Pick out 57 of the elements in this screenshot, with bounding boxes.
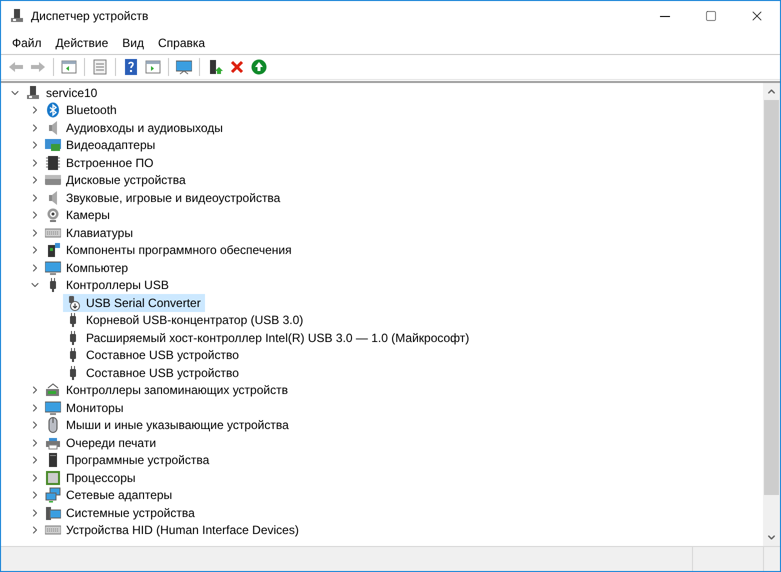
system-devices-icon [45,504,61,521]
tree-item[interactable]: Дисковые устройства [43,172,190,189]
tree-item[interactable]: Контроллеры запоминающих устройств [43,382,292,399]
tree-item[interactable]: Расширяемый хост-контроллер Intel(R) USB 3.0 — 1.0 (Майкрософт) [63,329,474,346]
tree-item[interactable]: Программные устройства [43,452,214,469]
tree-item[interactable]: USB Serial Converter [63,294,205,312]
update-driver-icon [207,59,223,75]
tree-item[interactable]: Контроллеры USB [43,276,173,294]
tree-item[interactable]: Клавиатуры [43,224,137,242]
properties-icon [92,59,108,75]
window-icon [61,59,77,75]
enable-icon [251,59,267,75]
tree-item[interactable]: Системные устройства [43,504,199,522]
menu-item[interactable]: Вид [115,34,151,52]
scrollbar[interactable] [763,83,780,546]
window-title: Диспетчер устройств [31,9,150,23]
tree-item[interactable]: Мониторы [43,399,128,416]
webcam-icon [45,207,61,224]
menu-item[interactable]: Файл [5,34,49,52]
menu-item[interactable]: Справка [151,34,212,52]
tree-item[interactable]: Составное USB устройство [63,346,243,364]
bluetooth-icon [45,102,61,118]
tree-item[interactable]: Устройства HID (Human Interface Devices) [43,522,303,539]
monitor-icon [45,260,61,276]
tree-item[interactable]: service10 [23,84,102,102]
forward-arrow-icon [30,59,46,75]
network-icon [45,487,61,504]
tree-item[interactable]: Процессоры [43,469,140,486]
tree-item[interactable]: Видеоадаптеры [43,136,160,154]
scroll-thumb[interactable] [764,100,779,495]
tree-item[interactable]: Встроенное ПО [43,154,158,172]
computer-icon [9,8,25,24]
computer-icon [25,84,41,101]
menu-item[interactable]: Действие [48,34,116,52]
storage-controller-icon [45,382,61,398]
tree-item[interactable]: Мыши и иные указывающие устройства [43,416,293,434]
processor-icon [45,470,61,486]
component-icon [45,242,61,258]
back-arrow-icon [8,59,24,75]
chip-icon [45,154,61,171]
tree-item[interactable]: Сетевые адаптеры [43,486,176,504]
display-adapter-icon [45,137,61,154]
tree-item[interactable]: Компоненты программного обеспечения [43,242,296,259]
window-icon [145,59,161,75]
tree-item[interactable]: Аудиовходы и аудиовыходы [43,119,227,136]
tree-item[interactable]: Корневой USB-концентратор (USB 3.0) [63,312,308,329]
tree-item[interactable]: Очереди печати [43,434,160,452]
tree-item[interactable]: Составное USB устройство [63,364,243,382]
help-icon [123,59,139,75]
monitor-scan-icon [176,59,192,75]
tree-item[interactable]: Bluetooth [43,102,121,119]
tree-item[interactable]: Камеры [43,206,114,224]
remove-icon [229,59,245,75]
maximize-icon [705,10,717,22]
monitor-icon [45,400,61,416]
tree-item[interactable]: Звуковые, игровые и видеоустройства [43,189,284,206]
tree-item[interactable]: Компьютер [43,259,132,276]
